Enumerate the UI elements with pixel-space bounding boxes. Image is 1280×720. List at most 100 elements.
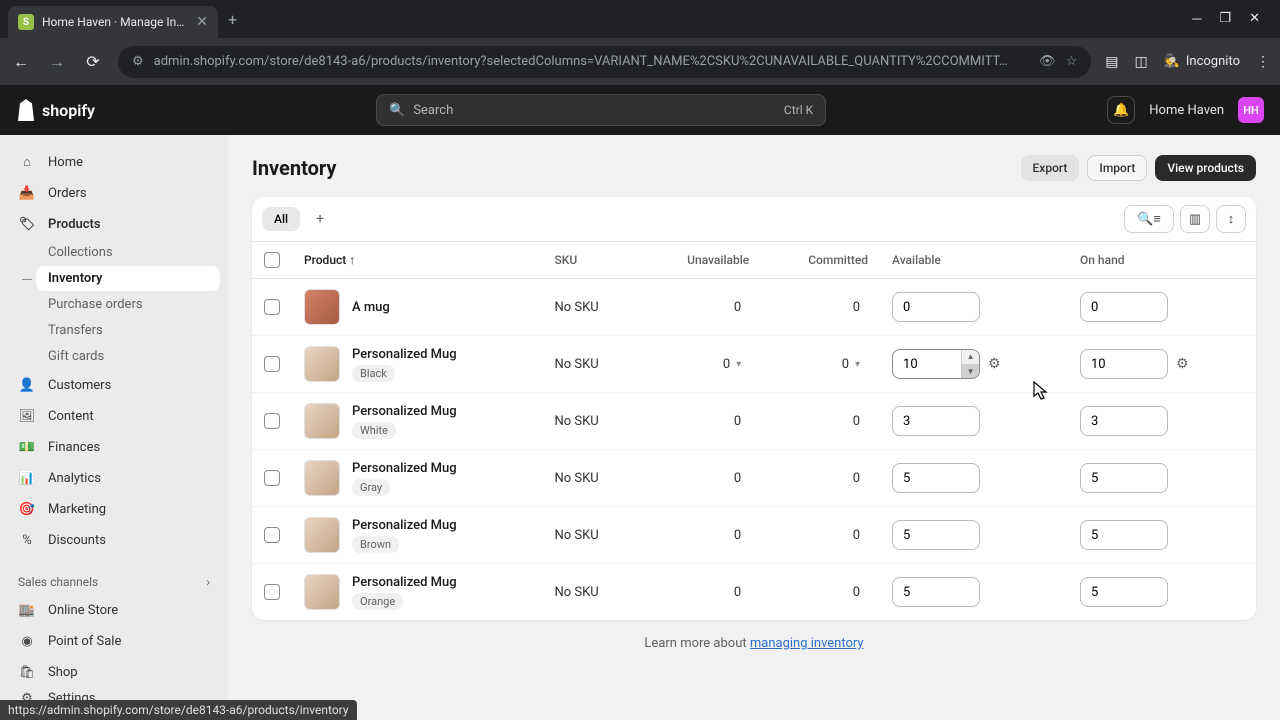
product-thumbnail[interactable] — [304, 517, 340, 553]
extensions-icon[interactable]: ▤ — [1105, 54, 1118, 70]
sort-button[interactable]: ↕ — [1216, 205, 1246, 233]
close-tab-icon[interactable]: ✕ — [196, 14, 208, 30]
chevron-down-icon[interactable]: ▾ — [736, 359, 741, 370]
view-products-button[interactable]: View products — [1155, 155, 1256, 181]
back-icon[interactable]: ← — [10, 52, 32, 72]
available-input[interactable] — [892, 463, 980, 493]
nav-transfers[interactable]: Transfers — [36, 318, 220, 343]
nav-orders[interactable]: 📥Orders — [8, 178, 220, 208]
managing-inventory-link[interactable]: managing inventory — [750, 636, 864, 651]
search-filter-button[interactable]: 🔍≡ — [1124, 205, 1174, 233]
reload-icon[interactable]: ⟳ — [82, 52, 104, 71]
product-thumbnail[interactable] — [304, 289, 340, 325]
step-up-button[interactable]: ▲ — [962, 350, 979, 365]
notifications-button[interactable]: 🔔 — [1107, 96, 1135, 124]
tab-title: Home Haven · Manage Invento — [42, 15, 188, 29]
forward-icon[interactable]: → — [46, 52, 68, 72]
chevron-down-icon[interactable]: ▾ — [855, 359, 860, 370]
unavailable-cell: 0 — [639, 279, 761, 336]
select-all-checkbox[interactable] — [264, 252, 280, 268]
panel-icon[interactable]: ◫ — [1134, 54, 1147, 70]
row-checkbox[interactable] — [264, 527, 280, 543]
export-button[interactable]: Export — [1021, 155, 1080, 181]
product-name[interactable]: A mug — [352, 300, 390, 315]
nav-products[interactable]: 🏷Products — [8, 209, 220, 239]
nav-content[interactable]: 🖼Content — [8, 401, 220, 431]
product-thumbnail[interactable] — [304, 346, 340, 382]
product-name[interactable]: Personalized Mug — [352, 518, 457, 533]
nav-home[interactable]: ⌂Home — [8, 147, 220, 177]
home-icon: ⌂ — [18, 153, 36, 171]
unavailable-cell: 0 — [639, 450, 761, 507]
store-name[interactable]: Home Haven — [1149, 103, 1224, 118]
col-sku[interactable]: SKU — [542, 242, 639, 279]
add-view-button[interactable]: + — [308, 206, 332, 232]
target-icon: 🎯 — [18, 500, 36, 518]
col-on-hand[interactable]: On hand — [1068, 242, 1256, 279]
committed-cell: 0 — [761, 393, 880, 450]
on-hand-input[interactable] — [1080, 520, 1168, 550]
available-input[interactable] — [892, 406, 980, 436]
step-down-button[interactable]: ▼ — [962, 365, 979, 379]
chevron-right-icon: › — [206, 575, 210, 589]
browser-tab[interactable]: S Home Haven · Manage Invento ✕ — [8, 6, 218, 38]
nav-customers[interactable]: 👤Customers — [8, 370, 220, 400]
new-tab-button[interactable]: + — [228, 10, 237, 29]
money-icon: 💵 — [18, 438, 36, 456]
on-hand-input[interactable] — [1080, 292, 1168, 322]
columns-button[interactable]: ▥ — [1180, 205, 1210, 233]
col-committed[interactable]: Committed — [761, 242, 880, 279]
product-name[interactable]: Personalized Mug — [352, 461, 457, 476]
nav-collections[interactable]: Collections — [36, 240, 220, 265]
available-input[interactable] — [892, 577, 980, 607]
nav-online-store[interactable]: 🏬Online Store — [8, 595, 220, 625]
search-icon: 🔍 — [389, 103, 405, 118]
no-track-icon[interactable]: 👁 — [1039, 54, 1056, 69]
product-thumbnail[interactable] — [304, 403, 340, 439]
available-input[interactable] — [892, 292, 980, 322]
tune-icon[interactable]: ⚙ — [132, 54, 144, 69]
product-thumbnail[interactable] — [304, 574, 340, 610]
maximize-icon[interactable]: ❐ — [1219, 11, 1231, 27]
product-name[interactable]: Personalized Mug — [352, 347, 457, 362]
row-checkbox[interactable] — [264, 299, 280, 315]
nav-gift-cards[interactable]: Gift cards — [36, 344, 220, 369]
search-input[interactable]: 🔍 Search Ctrl K — [376, 94, 826, 126]
col-product[interactable]: Product ↑ — [292, 242, 542, 279]
menu-icon[interactable]: ⋮ — [1256, 54, 1270, 70]
minimize-icon[interactable]: ─ — [1192, 11, 1201, 27]
col-available[interactable]: Available — [880, 242, 1068, 279]
shopify-logo[interactable]: shopify — [16, 99, 95, 121]
nav-analytics[interactable]: 📊Analytics — [8, 463, 220, 493]
nav-pos[interactable]: ◉Point of Sale — [8, 626, 220, 656]
table-row: Personalized Mug Black No SKU 0▾ 0▾ ▲ ▼ — [252, 336, 1256, 393]
nav-purchase-orders[interactable]: Purchase orders — [36, 292, 220, 317]
row-checkbox[interactable] — [264, 356, 280, 372]
col-unavailable[interactable]: Unavailable — [639, 242, 761, 279]
nav-marketing[interactable]: 🎯Marketing — [8, 494, 220, 524]
row-checkbox[interactable] — [264, 413, 280, 429]
sales-channels-header[interactable]: Sales channels › — [8, 569, 220, 595]
import-button[interactable]: Import — [1087, 155, 1147, 181]
on-hand-input[interactable] — [1080, 463, 1168, 493]
product-name[interactable]: Personalized Mug — [352, 404, 457, 419]
available-input[interactable] — [892, 520, 980, 550]
product-thumbnail[interactable] — [304, 460, 340, 496]
adjust-icon[interactable]: ⚙ — [1176, 356, 1189, 372]
product-name[interactable]: Personalized Mug — [352, 575, 457, 590]
row-checkbox[interactable] — [264, 584, 280, 600]
on-hand-input[interactable] — [1080, 349, 1168, 379]
nav-discounts[interactable]: %Discounts — [8, 525, 220, 555]
tab-all[interactable]: All — [262, 207, 300, 231]
bookmark-icon[interactable]: ☆ — [1066, 54, 1078, 69]
row-checkbox[interactable] — [264, 470, 280, 486]
nav-finances[interactable]: 💵Finances — [8, 432, 220, 462]
on-hand-input[interactable] — [1080, 577, 1168, 607]
avatar[interactable]: HH — [1238, 97, 1264, 123]
url-bar[interactable]: ⚙ admin.shopify.com/store/de8143-a6/prod… — [118, 46, 1091, 78]
on-hand-input[interactable] — [1080, 406, 1168, 436]
shop-icon: 🛍 — [18, 663, 36, 681]
close-window-icon[interactable]: ✕ — [1249, 11, 1260, 27]
nav-inventory[interactable]: Inventory — [36, 266, 220, 291]
adjust-icon[interactable]: ⚙ — [988, 356, 1001, 372]
